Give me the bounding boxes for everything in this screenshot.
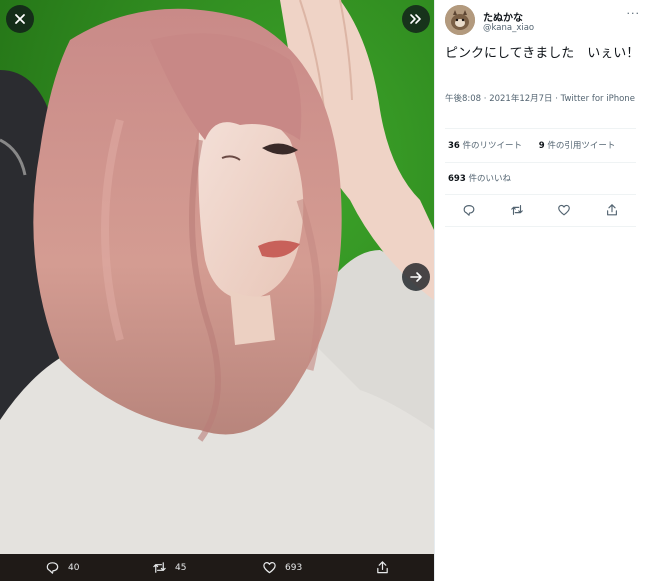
quotes-stat[interactable]: 9 件の引用ツイート [539,141,616,151]
quotes-label: 件の引用ツイート [544,141,616,151]
heart-icon [263,562,276,574]
next-image-button[interactable] [402,263,430,291]
like-button[interactable] [557,203,571,217]
media-action-bar: 40 45 693 [0,554,434,581]
user-handle[interactable]: @kana_xiao [483,23,534,33]
tweet-detail-panel: たぬかな @kana_xiao ··· ピンクにしてきました いぇい！ 午後8:… [434,0,645,581]
media-viewer: 40 45 693 [0,0,434,581]
divider [445,194,636,195]
share-icon [607,204,617,216]
more-options-icon[interactable]: ··· [627,7,641,20]
tweet-timestamp[interactable]: 午後8:08 · 2021年12月7日 · [445,94,561,104]
divider [445,128,636,129]
tweet-meta: 午後8:08 · 2021年12月7日 · Twitter for iPhone [445,93,635,106]
reply-icon [46,562,59,574]
display-name[interactable]: たぬかな [483,9,523,24]
likes-label: 件のいいね [465,174,511,184]
likes-stat[interactable]: 693 件のいいね [448,172,511,184]
close-button[interactable] [6,5,34,33]
arrow-right-icon [410,272,422,282]
tweet-header: たぬかな @kana_xiao ··· [445,5,640,37]
retweets-count: 36 [448,141,460,151]
likes-count: 693 [448,174,466,184]
retweet-icon [511,205,523,215]
retweet-icon [153,562,166,573]
tweet-action-bar [445,196,636,224]
tweet-text: ピンクにしてきました いぇい！ [445,46,640,61]
retweet-button[interactable] [510,203,524,217]
tweet-photo[interactable] [0,0,434,554]
reply-button[interactable] [462,203,476,217]
double-chevron-right-icon [410,14,421,24]
avatar[interactable] [445,5,475,35]
heart-icon [558,204,570,216]
media-like-count: 693 [285,562,303,573]
media-retweet-button[interactable]: 45 [152,554,186,581]
divider [445,162,636,163]
retweets-label: 件のリツイート [459,141,523,151]
reply-icon [463,205,475,216]
tweet-source[interactable]: Twitter for iPhone [561,94,635,104]
divider [445,226,636,227]
share-icon [377,561,388,574]
share-button[interactable] [605,203,619,217]
expand-panel-button[interactable] [402,5,430,33]
media-like-button[interactable]: 693 [262,554,302,581]
media-retweet-count: 45 [175,562,187,573]
media-share-button[interactable] [375,554,390,581]
retweets-stat[interactable]: 36 件のリツイート [448,141,522,151]
engagement-stats: 36 件のリツイート 9 件の引用ツイート [448,139,615,151]
avatar-image [445,5,475,35]
media-reply-count: 40 [68,562,80,573]
close-icon [15,14,25,24]
media-reply-button[interactable]: 40 [45,554,79,581]
